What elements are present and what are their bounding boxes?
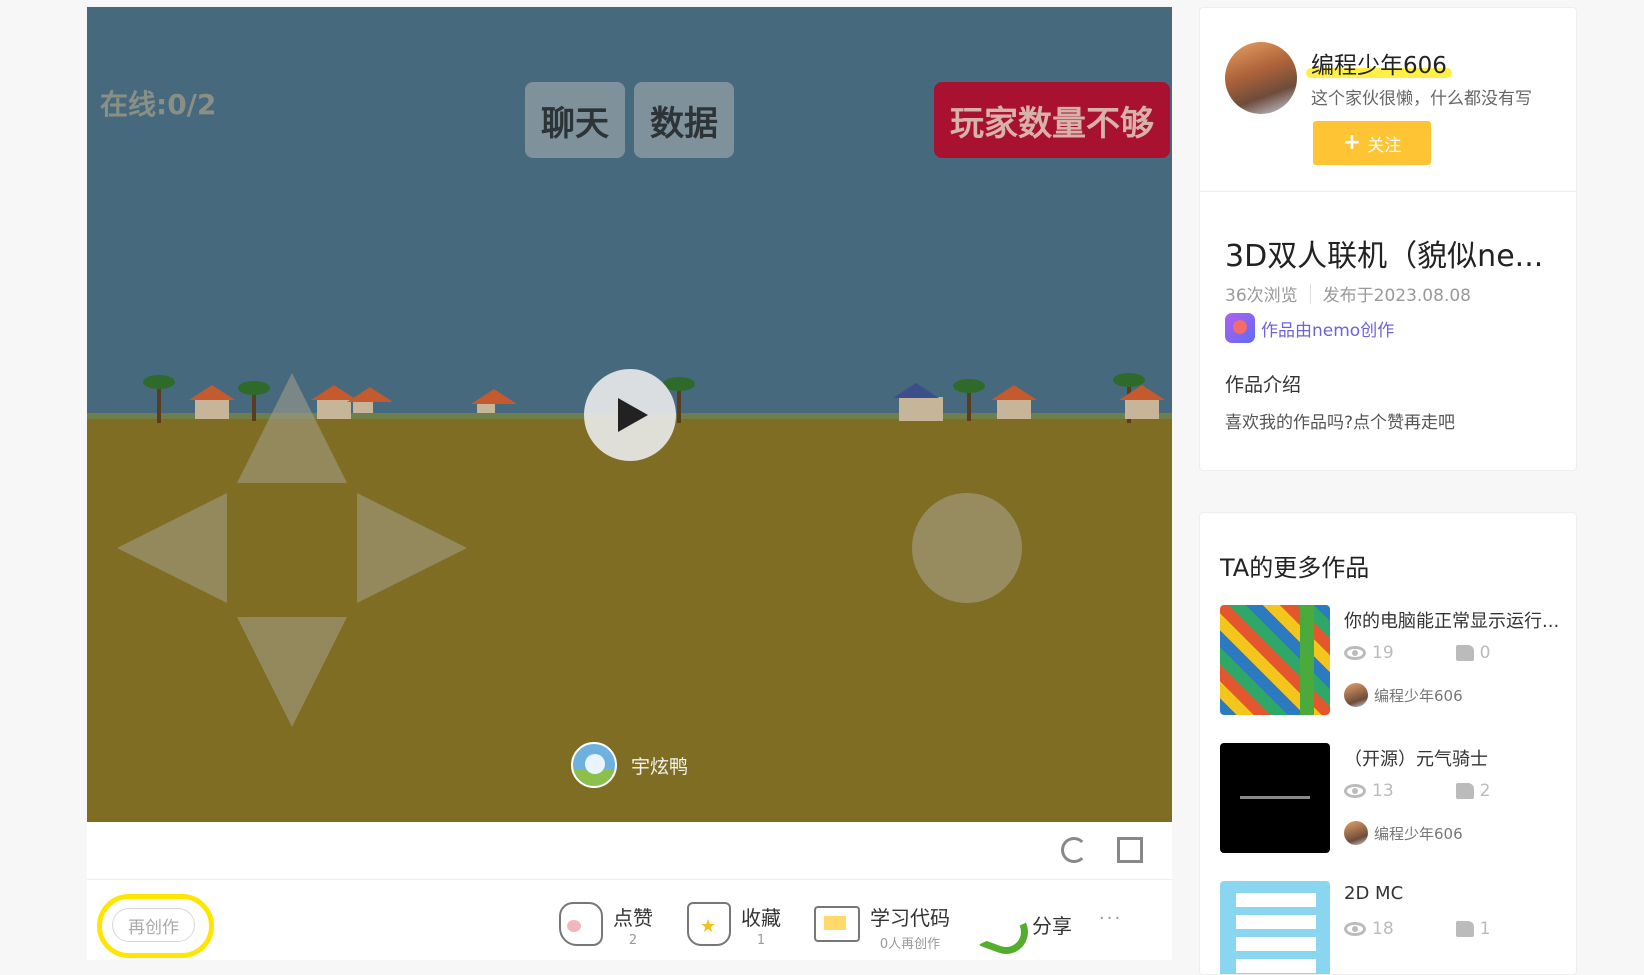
more-works-heading: TA的更多作品 xyxy=(1220,554,1370,582)
made-with-label: 作品由nemo创作 xyxy=(1261,320,1395,341)
house xyxy=(1119,385,1165,419)
thumbs-up-icon xyxy=(1455,783,1474,799)
chat-button[interactable]: 聊天 xyxy=(525,82,625,158)
favorite-button[interactable]: 收藏 1 xyxy=(687,902,781,948)
player-column: 在线:0/2 聊天 数据 玩家数量不够 宇炫鸭 再创作 点赞 2 ★ 收藏 1 … xyxy=(87,7,1172,960)
dpad-right-button[interactable] xyxy=(357,493,467,603)
work-item-likes: 0 xyxy=(1479,643,1491,663)
eye-icon xyxy=(1344,922,1366,936)
creator-name: 宇炫鸭 xyxy=(631,755,689,778)
favorite-label: 收藏 xyxy=(741,906,781,930)
work-item-views: 13 xyxy=(1372,781,1394,801)
like-button[interactable]: 点赞 2 xyxy=(559,902,653,948)
intro-text: 喜欢我的作品吗?点个赞再走吧 xyxy=(1225,413,1456,433)
work-item-stats: 18 1 xyxy=(1344,919,1500,939)
creator-avatar xyxy=(571,742,617,788)
more-works-card: TA的更多作品 你的电脑能正常显示运行... 19 0 编程少年606 （开源）… xyxy=(1199,512,1577,975)
view-count: 36次浏览 xyxy=(1225,286,1298,306)
code-icon xyxy=(814,906,860,942)
house xyxy=(471,389,517,413)
jump-button[interactable] xyxy=(912,493,1022,603)
work-item-views: 18 xyxy=(1372,919,1394,939)
sky xyxy=(87,7,1172,417)
fullscreen-icon[interactable] xyxy=(1117,837,1143,863)
like-icon xyxy=(559,902,603,946)
work-item-stats: 13 2 xyxy=(1344,781,1500,801)
like-count: 2 xyxy=(628,933,638,948)
author-header: 编程少年606 这个家伙很懒，什么都没有写 + 关注 xyxy=(1200,8,1576,192)
work-item-likes: 1 xyxy=(1479,919,1491,939)
players-insufficient-button[interactable]: 玩家数量不够 xyxy=(934,82,1170,158)
learn-code-label: 学习代码 xyxy=(870,906,950,930)
palm-tree xyxy=(663,377,695,423)
intro-heading: 作品介绍 xyxy=(1225,374,1302,396)
work-thumbnail[interactable] xyxy=(1220,743,1330,853)
work-meta: 36次浏览 发布于2023.08.08 xyxy=(1225,281,1471,306)
like-label: 点赞 xyxy=(613,906,653,930)
plus-icon: + xyxy=(1342,130,1362,155)
author-avatar[interactable] xyxy=(1225,42,1297,114)
refresh-icon[interactable] xyxy=(1061,837,1087,863)
work-item-author-name: 编程少年606 xyxy=(1374,686,1463,705)
more-work-item[interactable]: 你的电脑能正常显示运行... 19 0 编程少年606 xyxy=(1220,605,1565,717)
publish-date: 发布于2023.08.08 xyxy=(1322,286,1471,306)
meta-divider xyxy=(1309,283,1311,304)
work-item-title[interactable]: 你的电脑能正常显示运行... xyxy=(1344,607,1559,633)
palm-tree xyxy=(953,379,985,421)
learn-code-button[interactable]: 学习代码 0人再创作 xyxy=(814,902,950,952)
share-label: 分享 xyxy=(1032,914,1072,938)
favorite-count: 1 xyxy=(756,933,766,948)
online-count: 在线:0/2 xyxy=(100,88,217,121)
thumbs-up-icon xyxy=(1455,645,1474,661)
work-item-likes: 2 xyxy=(1479,781,1491,801)
work-thumbnail[interactable] xyxy=(1220,605,1330,715)
action-bar: 再创作 点赞 2 收藏 1 学习代码 0人再创作 xyxy=(87,880,1172,960)
more-work-item[interactable]: 2D MC 18 1 xyxy=(1220,881,1565,974)
dpad-down-button[interactable] xyxy=(237,617,347,727)
more-work-item[interactable]: （开源）元气骑士 13 2 编程少年606 xyxy=(1220,743,1565,855)
work-item-views: 19 xyxy=(1372,643,1394,663)
work-thumbnail[interactable] xyxy=(1220,881,1330,974)
dpad-up-button[interactable] xyxy=(237,373,347,483)
work-item-stats: 19 0 xyxy=(1344,643,1500,663)
work-item-author[interactable]: 编程少年606 xyxy=(1344,683,1463,707)
remix-button[interactable]: 再创作 xyxy=(112,908,195,942)
follow-button[interactable]: + 关注 xyxy=(1313,121,1431,165)
eye-icon xyxy=(1344,784,1366,798)
nemo-icon xyxy=(1225,313,1255,343)
player-controls xyxy=(87,822,1172,880)
made-with-nemo[interactable]: 作品由nemo创作 xyxy=(1225,313,1394,343)
share-button[interactable]: 分享 xyxy=(982,902,1072,946)
page: 在线:0/2 聊天 数据 玩家数量不够 宇炫鸭 再创作 点赞 2 ★ 收藏 1 … xyxy=(0,0,1644,975)
author-name[interactable]: 编程少年606 xyxy=(1311,46,1447,80)
work-title: 3D双人联机（貌似ne... xyxy=(1225,239,1544,274)
work-item-author[interactable]: 编程少年606 xyxy=(1344,821,1463,845)
house xyxy=(893,383,943,421)
eye-icon xyxy=(1344,646,1366,660)
play-icon[interactable] xyxy=(584,369,676,461)
work-item-author-name: 编程少年606 xyxy=(1374,824,1463,843)
data-button[interactable]: 数据 xyxy=(634,82,734,158)
remix-count: 0人再创作 xyxy=(879,937,941,952)
author-bio: 这个家伙很懒，什么都没有写 xyxy=(1311,89,1532,109)
favorite-icon xyxy=(687,902,731,946)
author-avatar xyxy=(1344,683,1368,707)
thumbs-up-icon xyxy=(1455,921,1474,937)
creator-chip[interactable]: 宇炫鸭 xyxy=(571,742,688,788)
house xyxy=(991,385,1037,419)
dpad xyxy=(117,373,467,727)
author-avatar xyxy=(1344,821,1368,845)
share-icon xyxy=(982,902,1022,946)
more-icon[interactable]: ··· xyxy=(1099,908,1122,929)
follow-label: 关注 xyxy=(1367,135,1402,156)
game-stage[interactable]: 在线:0/2 聊天 数据 玩家数量不够 宇炫鸭 xyxy=(87,7,1172,822)
author-card: 编程少年606 这个家伙很懒，什么都没有写 + 关注 3D双人联机（貌似ne..… xyxy=(1199,7,1577,471)
work-item-title[interactable]: （开源）元气骑士 xyxy=(1344,745,1488,771)
dpad-left-button[interactable] xyxy=(117,493,227,603)
work-item-title[interactable]: 2D MC xyxy=(1344,883,1403,904)
